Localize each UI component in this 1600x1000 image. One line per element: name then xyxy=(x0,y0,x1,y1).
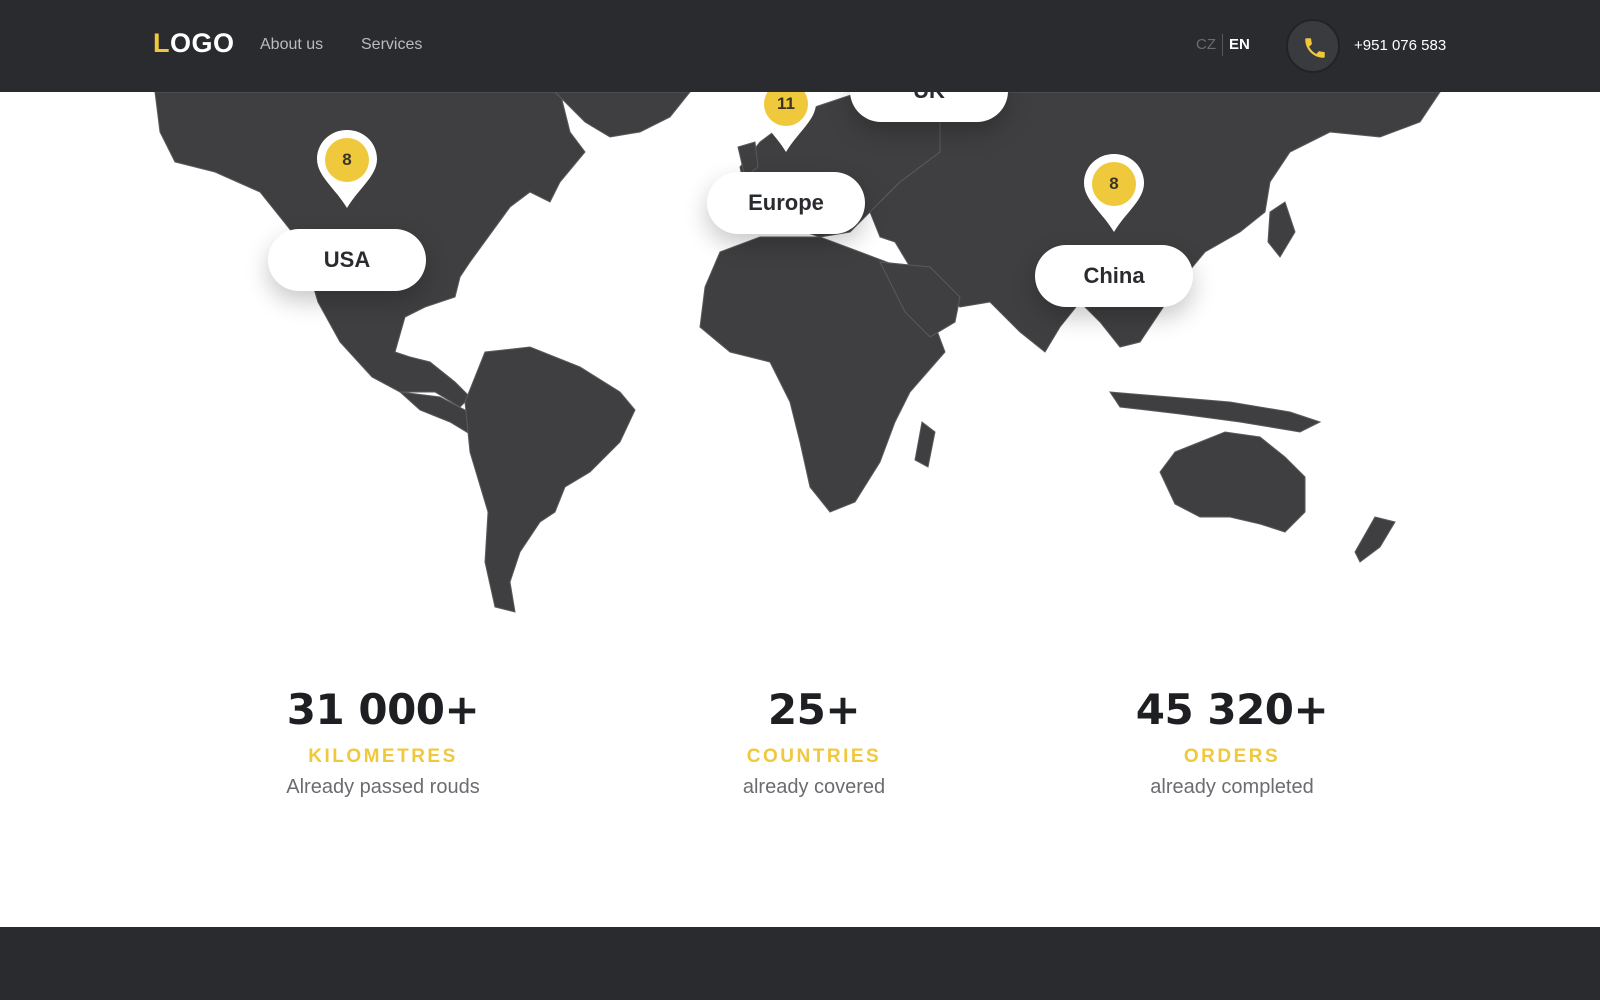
map-marker-europe[interactable]: 11 xyxy=(754,92,818,154)
region-label-europe[interactable]: Europe xyxy=(707,172,865,234)
phone-icon xyxy=(1305,38,1325,58)
stat-unit: KILOMETRES xyxy=(308,746,458,767)
marker-count: 8 xyxy=(325,138,369,182)
land-indonesia xyxy=(1109,391,1322,433)
site-header: LOGO About us Services CZ EN +951 076 58… xyxy=(0,0,1600,92)
region-label-china[interactable]: China xyxy=(1035,245,1193,307)
stat-orders: 45 320+ ORDERS already completed xyxy=(1042,684,1422,799)
region-label-usa[interactable]: USA xyxy=(268,229,426,291)
land-australia xyxy=(1159,431,1306,533)
stat-countries: 25+ COUNTRIES already covered xyxy=(624,684,1004,799)
marker-count: 8 xyxy=(1092,162,1136,206)
nav-link-about-us[interactable]: About us xyxy=(260,36,323,54)
land-south-america xyxy=(464,346,636,613)
land-madagascar xyxy=(914,421,936,468)
map-marker-china[interactable]: 8 xyxy=(1082,152,1146,234)
world-map: 8 USA 11 Europe UK 8 China xyxy=(0,92,1600,632)
region-label-uk[interactable]: UK xyxy=(850,92,1008,122)
stat-description: already completed xyxy=(1150,776,1314,798)
nav-link-services[interactable]: Services xyxy=(361,36,422,54)
language-option-cz[interactable]: CZ xyxy=(1196,36,1216,53)
site-footer xyxy=(0,927,1600,1000)
stat-kilometres: 31 000+ KILOMETRES Already passed rouds xyxy=(193,684,573,799)
stat-value: 31 000+ xyxy=(286,685,480,734)
stat-value: 25+ xyxy=(767,685,861,734)
land-japan xyxy=(1267,201,1296,258)
land-new-zealand xyxy=(1354,516,1396,563)
language-option-en[interactable]: EN xyxy=(1229,36,1250,53)
logo[interactable]: LOGO xyxy=(153,28,235,59)
phone-call-button[interactable] xyxy=(1286,19,1340,73)
stat-unit: ORDERS xyxy=(1183,746,1281,767)
stat-description: Already passed rouds xyxy=(286,776,480,798)
phone-number[interactable]: +951 076 583 xyxy=(1354,37,1446,54)
land-greenland xyxy=(554,92,691,138)
stat-value: 45 320+ xyxy=(1135,685,1329,734)
map-marker-usa[interactable]: 8 xyxy=(315,128,379,210)
stat-description: already covered xyxy=(742,776,886,798)
language-divider xyxy=(1222,34,1223,56)
stat-unit: COUNTRIES xyxy=(746,746,882,767)
